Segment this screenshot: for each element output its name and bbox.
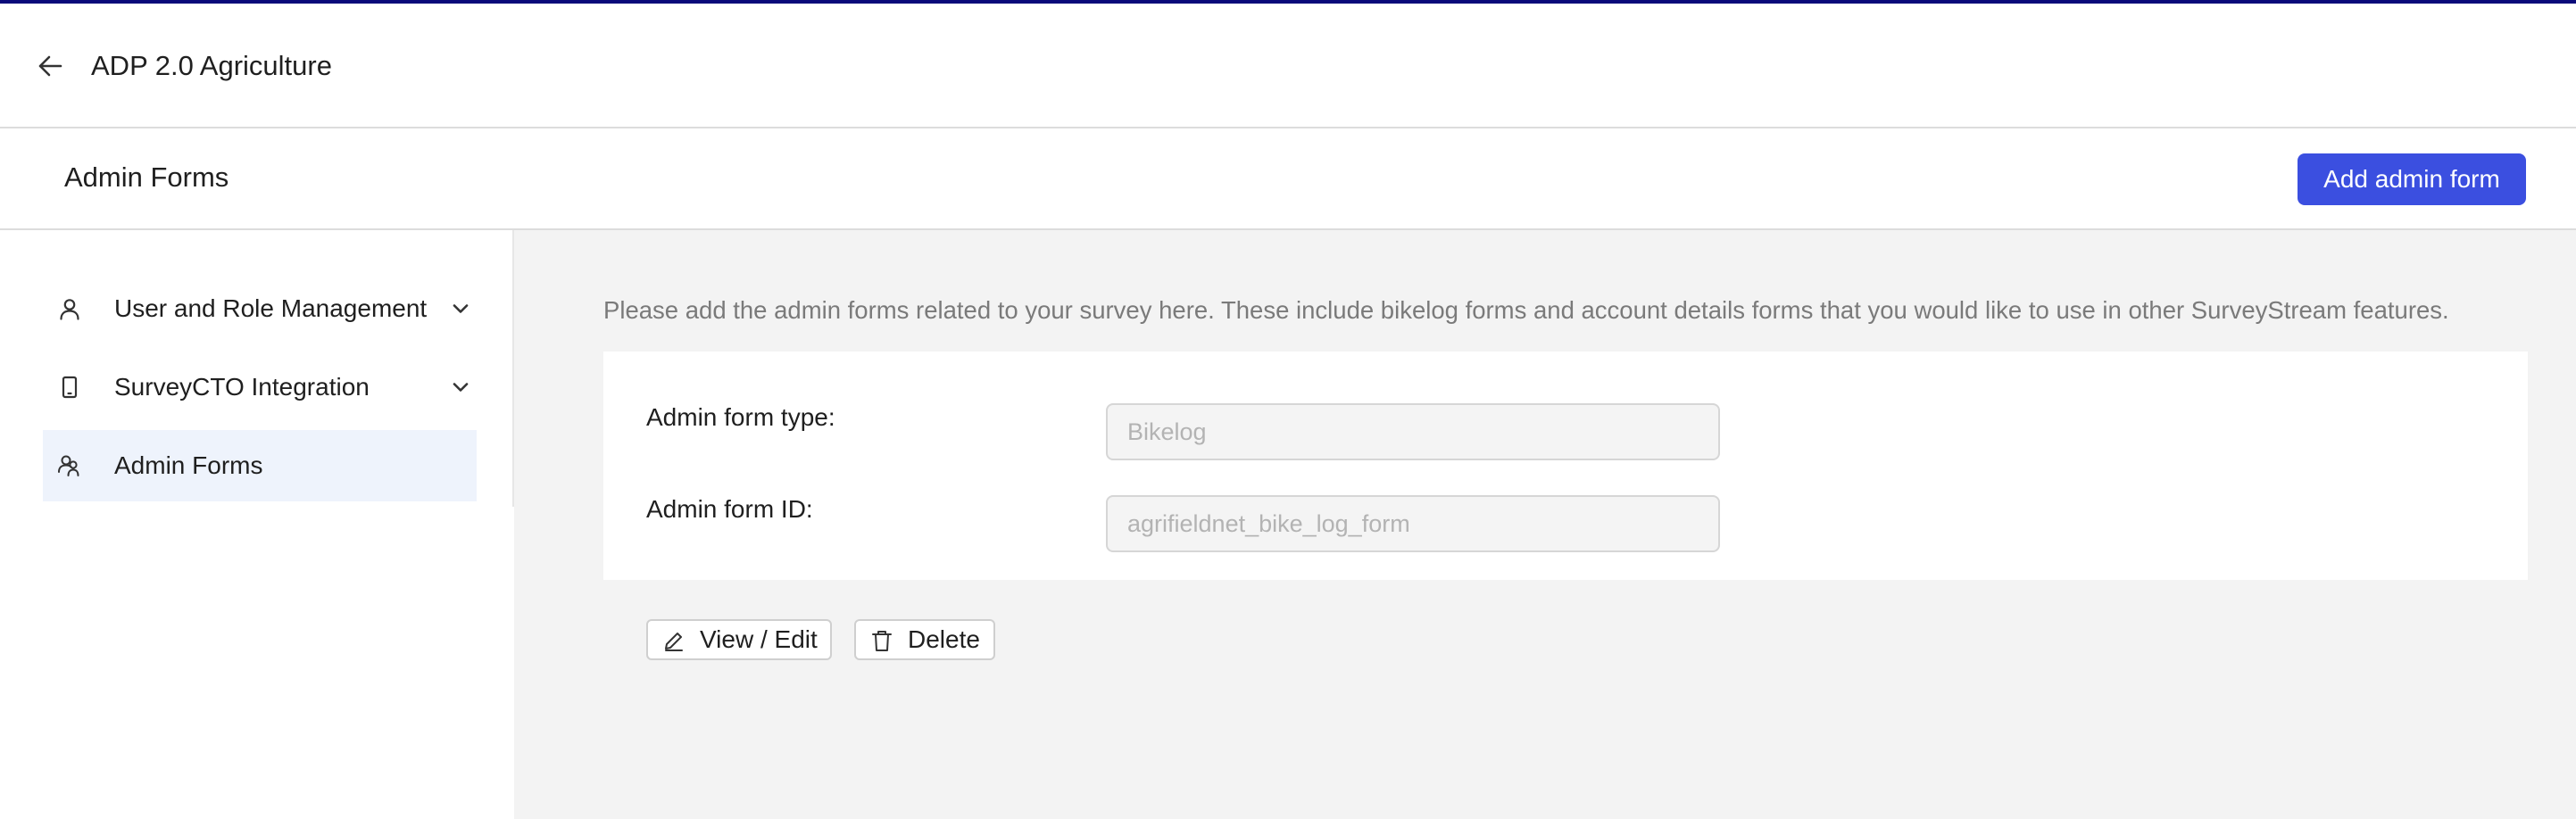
- page-title: Admin Forms: [64, 161, 229, 193]
- main-content: Please add the admin forms related to yo…: [514, 230, 2576, 819]
- edit-icon: [662, 629, 686, 652]
- arrow-left-icon: [37, 53, 63, 79]
- sidebar-item-surveycto-integration[interactable]: SurveyCTO Integration: [43, 352, 477, 423]
- back-button[interactable]: [32, 48, 68, 84]
- user-icon: [57, 296, 82, 321]
- app-header: ADP 2.0 Agriculture: [0, 4, 2576, 128]
- page-header: Admin Forms Add admin form: [0, 128, 2576, 230]
- admin-form-id-label: Admin form ID:: [646, 495, 813, 523]
- app-title: ADP 2.0 Agriculture: [91, 50, 332, 81]
- users-icon: [57, 453, 82, 478]
- sidebar-item-admin-forms[interactable]: Admin Forms: [43, 430, 477, 501]
- sidebar-item-user-and-role-management[interactable]: User and Role Management: [43, 273, 477, 344]
- admin-form-id-input[interactable]: [1106, 495, 1720, 552]
- add-admin-form-button[interactable]: Add admin form: [2298, 153, 2526, 205]
- chevron-down-icon[interactable]: [450, 376, 471, 398]
- admin-form-card: Admin form type: Admin form ID: View / E…: [603, 352, 2528, 660]
- delete-label: Delete: [908, 625, 980, 653]
- page-description: Please add the admin forms related to yo…: [603, 296, 2449, 324]
- view-edit-label: View / Edit: [700, 625, 818, 653]
- sidebar: User and Role Management SurveyCTO Integ…: [0, 230, 514, 819]
- admin-form-type-label: Admin form type:: [646, 403, 835, 431]
- mobile-phone-icon: [57, 375, 82, 400]
- trash-icon: [870, 629, 893, 652]
- delete-button[interactable]: Delete: [854, 619, 995, 660]
- admin-form-type-input[interactable]: [1106, 403, 1720, 460]
- sidebar-item-label: Admin Forms: [114, 451, 263, 479]
- sidebar-item-label: User and Role Management: [114, 294, 428, 322]
- chevron-down-icon[interactable]: [450, 298, 471, 319]
- sidebar-item-label: SurveyCTO Integration: [114, 373, 370, 401]
- view-edit-button[interactable]: View / Edit: [646, 619, 832, 660]
